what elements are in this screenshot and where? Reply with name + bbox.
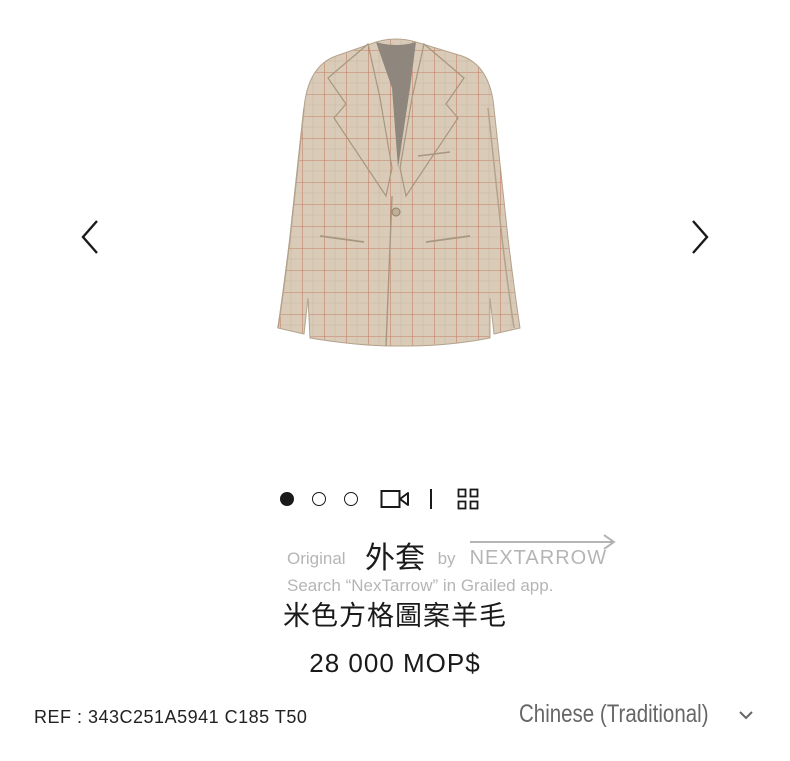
gallery-dot-1[interactable] [280, 492, 294, 506]
product-image-carousel [0, 0, 790, 470]
chevron-right-icon [692, 220, 709, 254]
grid-view-icon [457, 488, 479, 510]
product-subtitle: 米色方格圖案羊毛 [283, 601, 507, 632]
divider [430, 489, 432, 509]
language-selected-label: Chinese (Traditional) [519, 700, 709, 728]
video-button[interactable] [380, 488, 410, 510]
product-price: 28 000 MOP$ [309, 648, 481, 678]
watermark-search-text: Search “NexTarrow” in Grailed app. [287, 576, 554, 595]
next-image-button[interactable] [680, 215, 720, 259]
video-icon [380, 490, 409, 508]
chevron-down-icon [739, 710, 753, 719]
gallery-dot-3[interactable] [344, 492, 358, 506]
gallery-dot-2[interactable] [312, 492, 326, 506]
language-selector[interactable]: Chinese (Traditional) [519, 700, 754, 729]
product-image[interactable] [258, 28, 534, 360]
product-title: 外套 [365, 541, 425, 576]
gallery-controls [280, 484, 480, 514]
grid-view-button[interactable] [456, 487, 480, 511]
product-reference: REF : 343C251A5941 C185 T50 [34, 707, 308, 727]
chevron-left-icon [81, 220, 98, 254]
previous-image-button[interactable] [70, 215, 110, 259]
